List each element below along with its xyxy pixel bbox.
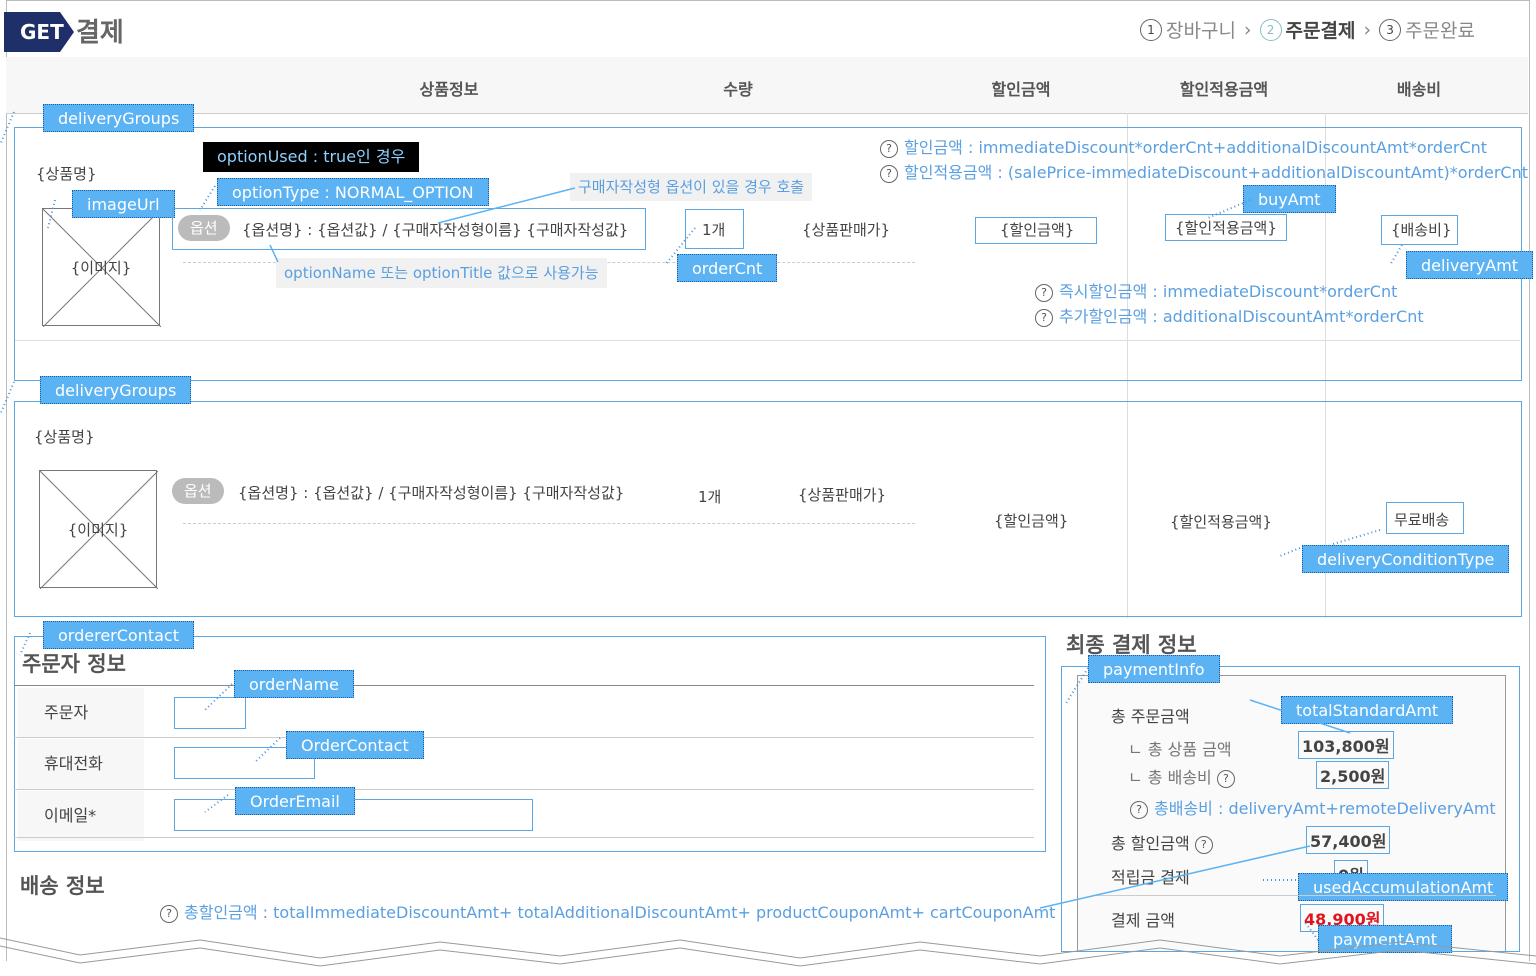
connector-lines	[0, 111, 1536, 967]
